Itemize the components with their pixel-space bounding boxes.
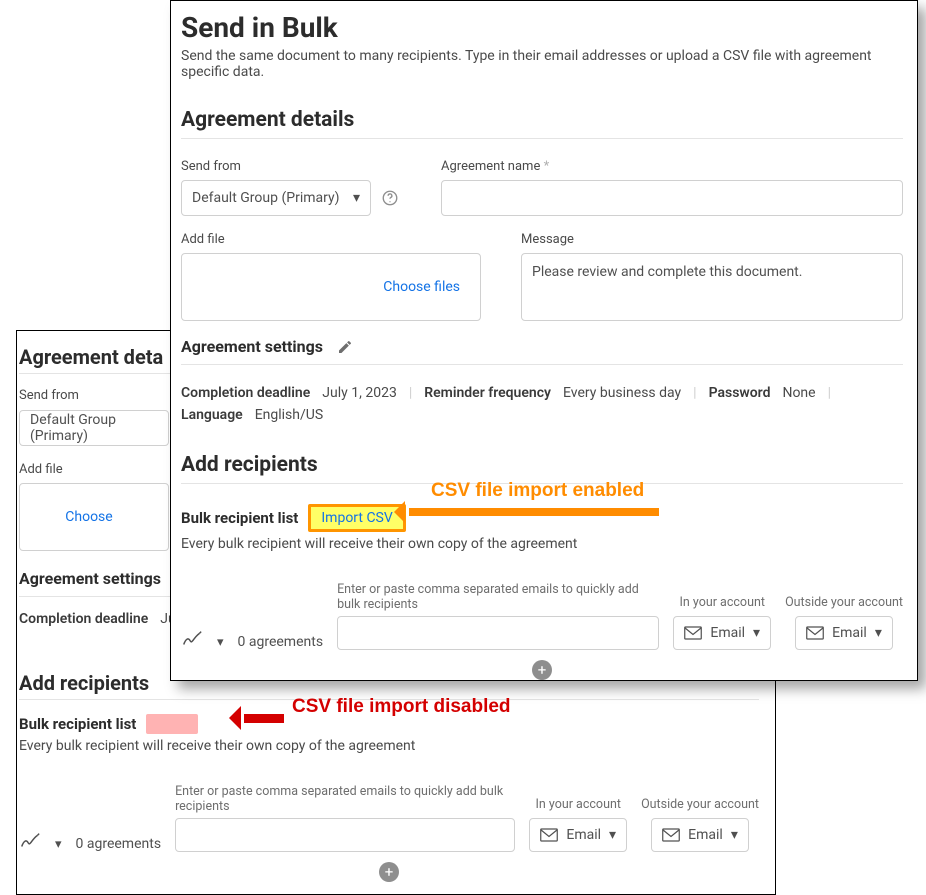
agreements-count: 0 agreements	[76, 836, 162, 852]
bulk-emails-input[interactable]	[337, 616, 659, 650]
agreements-count: 0 agreements	[238, 634, 324, 650]
chevron-down-icon: ▾	[753, 625, 760, 641]
divider	[181, 364, 903, 365]
in-account-select[interactable]: Email ▾	[673, 616, 771, 650]
agreement-settings-heading: Agreement settings	[181, 337, 323, 356]
mail-icon	[806, 626, 824, 640]
help-icon[interactable]	[381, 189, 399, 207]
recipient-footer: ▾ 0 agreements Enter or paste comma sepa…	[181, 582, 903, 650]
signer-role-icon[interactable]	[181, 628, 203, 650]
bulk-recipient-list-label: Bulk recipient list	[19, 715, 136, 733]
language-value: English/US	[255, 407, 323, 423]
send-from-value: Default Group (Primary)	[30, 412, 158, 444]
password-value: None	[782, 385, 815, 401]
choose-files-link[interactable]: Choose	[65, 509, 112, 525]
add-recipients-heading: Add recipients	[181, 453, 903, 477]
completion-deadline-label: Completion deadline	[19, 611, 148, 627]
import-csv-button[interactable]: Import CSV	[308, 504, 405, 532]
bulk-recipient-desc: Every bulk recipient will receive their …	[181, 536, 903, 552]
chevron-down-icon[interactable]: ▾	[217, 635, 224, 650]
page-title: Send in Bulk	[181, 11, 903, 44]
chevron-down-icon: ▾	[875, 625, 882, 641]
page-subtitle: Send the same document to many recipient…	[181, 48, 903, 80]
in-account-label: In your account	[679, 595, 764, 610]
mail-icon	[540, 828, 558, 842]
message-value: Please review and complete this document…	[532, 264, 802, 280]
chevron-down-icon: ▾	[609, 827, 616, 843]
required-mark: *	[544, 159, 550, 174]
out-account-chip-text: Email	[688, 827, 723, 843]
divider	[19, 699, 759, 700]
in-account-chip-text: Email	[566, 827, 601, 843]
in-account-select[interactable]: Email ▾	[529, 818, 627, 852]
agreement-settings-heading: Agreement settings	[19, 569, 161, 588]
arrow-red-icon	[244, 714, 284, 723]
arrow-orange-icon	[409, 508, 659, 516]
completion-deadline-label: Completion deadline	[181, 385, 310, 401]
choose-files-link[interactable]: Choose files	[383, 279, 460, 295]
emails-hint: Enter or paste comma separated emails to…	[175, 784, 515, 814]
out-account-label: Outside your account	[641, 797, 759, 812]
agreement-name-label: Agreement name *	[441, 159, 903, 174]
language-label: Language	[181, 407, 243, 423]
add-row-button[interactable]: +	[532, 660, 552, 680]
in-account-col: In your account Email ▾	[673, 595, 771, 650]
reminder-frequency-label: Reminder frequency	[424, 385, 551, 401]
add-file-dropzone[interactable]: Choose files	[181, 253, 481, 321]
send-from-label: Send from	[181, 159, 401, 174]
add-file-label: Add file	[181, 232, 481, 247]
in-account-col: In your account Email ▾	[529, 797, 627, 852]
emails-hint: Enter or paste comma separated emails to…	[337, 582, 659, 612]
mail-icon	[662, 828, 680, 842]
out-account-label: Outside your account	[785, 595, 903, 610]
chevron-down-icon[interactable]: ▾	[55, 837, 62, 852]
recipient-footer: ▾ 0 agreements Enter or paste comma sepa…	[19, 784, 759, 852]
add-row-button[interactable]: +	[379, 862, 399, 882]
bulk-recipient-list-label: Bulk recipient list	[181, 509, 298, 527]
send-from-select[interactable]: Default Group (Primary) ▾	[181, 180, 371, 216]
message-textarea[interactable]: Please review and complete this document…	[521, 253, 903, 321]
agreement-details-heading: Agreement details	[181, 108, 903, 132]
out-account-select[interactable]: Email ▾	[651, 818, 749, 852]
reminder-frequency-value: Every business day	[563, 385, 681, 401]
bulk-emails-input[interactable]	[175, 818, 515, 852]
bulk-recipient-desc: Every bulk recipient will receive their …	[19, 738, 759, 754]
out-account-select[interactable]: Email ▾	[795, 616, 893, 650]
annotation-enabled: CSV file import enabled	[431, 480, 644, 502]
password-label: Password	[709, 385, 771, 401]
edit-icon[interactable]	[337, 339, 353, 355]
chevron-down-icon: ▾	[353, 190, 360, 206]
front-panel: Send in Bulk Send the same document to m…	[170, 0, 918, 681]
bp-add-recipients: Add recipients Bulk recipient list CSV f…	[17, 657, 775, 882]
completion-deadline-value: July 1, 2023	[322, 385, 397, 401]
send-from-value: Default Group (Primary)	[192, 190, 339, 206]
chevron-down-icon: ▾	[731, 827, 738, 843]
add-file-dropzone[interactable]: Choose	[19, 483, 169, 551]
out-account-col: Outside your account Email ▾	[785, 595, 903, 650]
out-account-col: Outside your account Email ▾	[641, 797, 759, 852]
out-account-chip-text: Email	[832, 625, 867, 641]
in-account-label: In your account	[535, 797, 620, 812]
mail-icon	[684, 626, 702, 640]
import-csv-disabled-slot	[146, 714, 198, 734]
divider	[181, 138, 903, 139]
in-account-chip-text: Email	[710, 625, 745, 641]
signer-role-icon[interactable]	[19, 830, 41, 852]
send-from-select[interactable]: Default Group (Primary)	[19, 410, 169, 446]
settings-summary: Completion deadline July 1, 2023 | Remin…	[181, 385, 903, 423]
message-label: Message	[521, 232, 903, 247]
agreement-name-input[interactable]	[441, 180, 903, 216]
